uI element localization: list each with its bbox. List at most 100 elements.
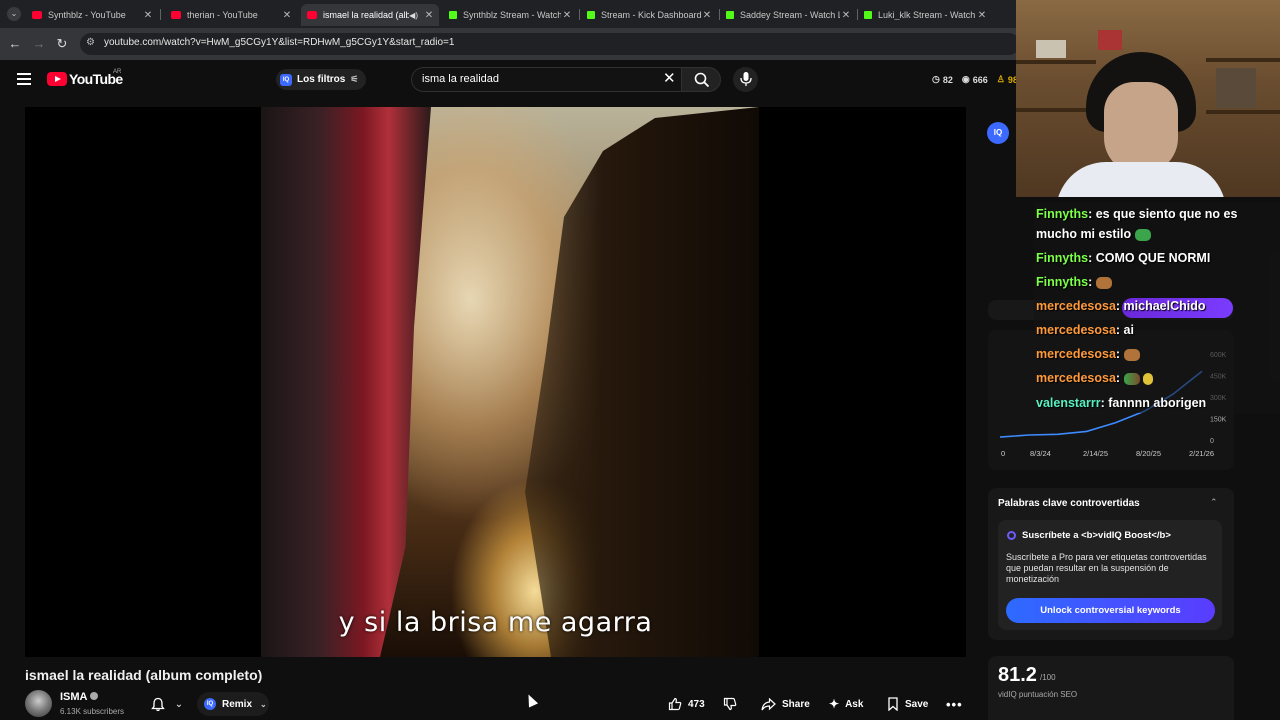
channel-avatar[interactable]: [25, 690, 52, 717]
eye-icon: ◉: [961, 74, 970, 84]
emote-icon: [1123, 348, 1140, 361]
sliders-icon: ⚟: [350, 74, 359, 84]
vidiq-icon: IQ: [204, 698, 216, 710]
chat-text: :: [1115, 347, 1124, 361]
chart-x-tick-label: 8/20/25: [1136, 449, 1161, 458]
emote-icon: [1143, 372, 1154, 385]
browser-tab-active[interactable]: ismael la realidad (alb ◀) ✕: [301, 4, 439, 26]
save-button[interactable]: Save: [879, 692, 936, 716]
voice-search-button[interactable]: [733, 67, 758, 92]
forward-arrow-icon[interactable]: →: [31, 36, 47, 52]
stat-views: ◉ 666: [961, 74, 988, 85]
chat-message: mercedesosa: ai: [1036, 323, 1134, 337]
notifications-button[interactable]: ⌄: [143, 692, 191, 716]
boost-icon: [1007, 531, 1016, 540]
hamburger-menu-icon[interactable]: [17, 73, 31, 88]
chat-username: Finnyths: [1036, 251, 1089, 265]
chat-text: :: [1115, 371, 1124, 385]
verified-icon: [90, 692, 98, 700]
reload-icon[interactable]: ↻: [54, 36, 70, 52]
browser-tab[interactable]: Luki_klk Stream - Watch ✕: [858, 4, 992, 26]
remix-label: Remix: [222, 698, 253, 710]
tab-title: Saddey Stream - Watch L: [740, 10, 840, 20]
back-arrow-icon[interactable]: ←: [7, 36, 23, 52]
chart-y-tick-label: 0: [1210, 438, 1214, 445]
chat-text: : COMO QUE NORMI: [1088, 251, 1211, 265]
browser-tab[interactable]: therian - YouTube ✕: [165, 4, 297, 26]
video-frame: [261, 107, 759, 657]
emote-icon: [1123, 372, 1140, 385]
vidiq-filters-button[interactable]: IQ Los filtros ⚟: [276, 69, 367, 90]
chart-x-tick-label: 2/14/25: [1083, 449, 1108, 458]
tab-title: Luki_klk Stream - Watch: [878, 10, 976, 20]
boost-description: Suscríbete a Pro para ver etiquetas cont…: [1006, 552, 1207, 584]
seo-score-label: vidIQ puntuación SEO: [998, 690, 1078, 699]
vidiq-header-stats: ◷ 82 ◉ 666 ♙ 98: [932, 74, 1018, 85]
close-tab-icon[interactable]: ✕: [281, 10, 293, 21]
vidiq-icon: IQ: [280, 73, 292, 86]
chat-message: mucho mi estilo: [1036, 227, 1151, 241]
chat-message: mercedesosa: michaelChido: [1036, 299, 1206, 313]
tab-title: ismael la realidad (alb: [323, 10, 410, 20]
speaker-icon[interactable]: ◀): [409, 11, 418, 20]
search-icon: [694, 72, 710, 88]
video-player[interactable]: y si la brisa me agarra: [25, 107, 966, 657]
video-scene-truck: [261, 107, 431, 657]
chat-text: :: [1088, 275, 1096, 289]
chat-message: valenstarrr: fannnn aborigen: [1036, 396, 1206, 410]
stat-subscribers: ♙ 98: [996, 74, 1018, 85]
ask-label: Ask: [845, 698, 864, 710]
ask-button[interactable]: ✦ Ask: [821, 692, 871, 716]
dislike-button[interactable]: [717, 692, 743, 716]
controversial-keywords-title: Palabras clave controvertidas: [998, 498, 1140, 509]
chat-username: mercedesosa: [1036, 299, 1116, 313]
chevron-down-icon: ⌄: [174, 698, 184, 710]
clock-icon: ◷: [932, 74, 940, 84]
video-subtitle: y si la brisa me agarra: [338, 607, 653, 638]
chart-y-tick-label: 150K: [1210, 417, 1227, 424]
video-title: ismael la realidad (album completo): [25, 667, 263, 683]
youtube-icon: [171, 11, 181, 19]
chevron-up-icon[interactable]: ⌃: [1210, 497, 1218, 508]
search-query[interactable]: isma la realidad: [422, 73, 499, 85]
unlock-controversial-keywords-button[interactable]: Unlock controversial keywords: [1006, 598, 1215, 623]
site-info-icon[interactable]: ⚙: [86, 37, 95, 48]
chat-username: Finnyths: [1036, 207, 1089, 221]
browser-tab[interactable]: Synthblz - YouTube ✕: [26, 4, 158, 26]
close-tab-icon[interactable]: ✕: [561, 10, 573, 21]
bell-icon: [150, 697, 165, 711]
like-button[interactable]: 473: [660, 692, 713, 716]
share-button[interactable]: Share: [753, 692, 818, 716]
remix-button[interactable]: IQ Remix ⌄: [197, 692, 269, 716]
youtube-logo-icon[interactable]: [47, 72, 67, 86]
browser-tab[interactable]: Synthblz Stream - Watch L ✕: [443, 4, 577, 26]
chat-username: mercedesosa: [1036, 347, 1116, 361]
kick-icon: [726, 11, 734, 19]
chart-x-tick-label: 0: [1001, 449, 1005, 458]
browser-tab[interactable]: Saddey Stream - Watch L ✕: [720, 4, 856, 26]
tab-search-chevron-icon[interactable]: ⌄: [7, 7, 21, 21]
chat-text: : es que siento que no es: [1088, 207, 1238, 221]
channel-name[interactable]: ISMA: [60, 691, 88, 703]
emote-icon: [1095, 276, 1112, 289]
close-tab-icon[interactable]: ✕: [142, 10, 154, 21]
kick-icon: [587, 11, 595, 19]
close-tab-icon[interactable]: ✕: [976, 10, 988, 21]
vidiq-floating-button[interactable]: IQ: [987, 122, 1009, 144]
browser-tab[interactable]: Stream - Kick Dashboard ✕: [581, 4, 717, 26]
search-button[interactable]: [681, 67, 721, 92]
more-actions-button[interactable]: •••: [940, 692, 966, 716]
filters-label: Los filtros: [297, 74, 346, 85]
share-label: Share: [782, 698, 810, 710]
seo-score-value: 81.2: [998, 664, 1037, 686]
seo-score-max: /100: [1040, 673, 1056, 682]
close-tab-icon[interactable]: ✕: [701, 10, 713, 21]
url-text[interactable]: youtube.com/watch?v=HwM_g5CGy1Y&list=RDH…: [104, 37, 454, 48]
boost-title: Suscríbete a <b>vidIQ Boost</b>: [1022, 530, 1171, 541]
close-tab-icon[interactable]: ✕: [423, 10, 435, 21]
chat-username: Finnyths: [1036, 275, 1089, 289]
chat-message: Finnyths:: [1036, 275, 1112, 289]
close-tab-icon[interactable]: ✕: [840, 10, 852, 21]
clear-search-icon[interactable]: ✕: [663, 71, 676, 86]
streamer-webcam: [1016, 0, 1280, 197]
